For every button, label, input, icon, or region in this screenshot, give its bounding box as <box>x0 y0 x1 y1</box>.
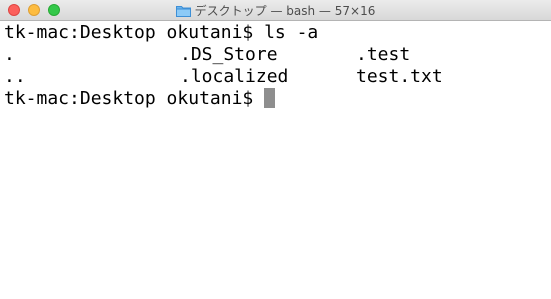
folder-icon <box>175 5 191 17</box>
listing-entry: .. <box>4 66 26 87</box>
terminal-content[interactable]: tk-mac:Desktop okutani$ ls -a . .DS_Stor… <box>4 22 551 299</box>
listing-entry: .DS_Store <box>180 44 278 65</box>
listing-entry: .test <box>356 44 411 65</box>
prompt-line[interactable]: tk-mac:Desktop okutani$ <box>4 88 551 110</box>
window-title: デスクトップ — bash — 57×16 <box>0 0 551 21</box>
prompt: tk-mac:Desktop okutani$ <box>4 88 254 109</box>
window-title-text: デスクトップ — bash — 57×16 <box>194 4 376 18</box>
listing-entry: test.txt <box>356 66 443 87</box>
listing-row: . .DS_Store .test <box>4 44 551 66</box>
listing-entry: .localized <box>180 66 289 87</box>
command-line: tk-mac:Desktop okutani$ ls -a <box>4 22 319 43</box>
text-cursor <box>264 88 276 108</box>
listing-entry: . <box>4 44 15 65</box>
terminal-window: デスクトップ — bash — 57×16 tk-mac:Desktop oku… <box>0 0 551 299</box>
title-bar[interactable]: デスクトップ — bash — 57×16 <box>0 0 551 21</box>
listing-row: .. .localized test.txt <box>4 66 551 88</box>
